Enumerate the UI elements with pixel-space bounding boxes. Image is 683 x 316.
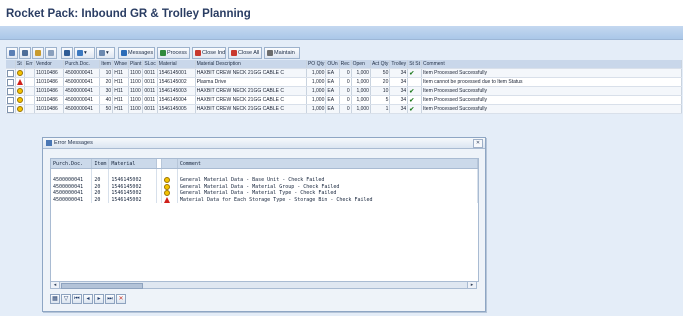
col-vendor[interactable]: Vendor bbox=[34, 60, 65, 69]
sum-icon bbox=[35, 49, 41, 56]
col-oun[interactable]: OUn bbox=[325, 60, 340, 69]
col-st-st[interactable]: St St bbox=[407, 60, 423, 69]
last-page-icon[interactable]: ⏭ bbox=[105, 294, 115, 304]
col-open[interactable]: Open bbox=[351, 60, 371, 69]
scroll-left-icon[interactable]: ◂ bbox=[51, 282, 60, 288]
col-error[interactable]: Err bbox=[24, 60, 35, 69]
filter-icon[interactable]: ▽ bbox=[61, 294, 71, 304]
error-row[interactable]: 4500000041 20 1546145002 Material Data f… bbox=[51, 196, 478, 203]
previous-page-icon[interactable]: ◂ bbox=[83, 294, 93, 304]
table-select-icon bbox=[9, 49, 15, 56]
col-whse[interactable]: Whse bbox=[112, 60, 129, 69]
select-all-button[interactable] bbox=[6, 47, 18, 59]
col-type[interactable] bbox=[161, 159, 178, 169]
table-row[interactable]: 11010486 4500000041 40 H11 1100 0011 154… bbox=[6, 95, 682, 105]
view-button[interactable]: ▾ bbox=[96, 47, 115, 59]
messages-button[interactable]: Messages bbox=[118, 47, 155, 59]
layout-icon bbox=[48, 49, 54, 56]
col-material[interactable]: Material bbox=[157, 60, 196, 69]
checkmark-icon: ✔ bbox=[409, 97, 415, 104]
col-purch-doc[interactable]: Purch.Doc. bbox=[51, 159, 93, 169]
col-item[interactable]: Item bbox=[99, 60, 114, 69]
col-po-qty[interactable]: PO Qty bbox=[306, 60, 327, 69]
close-all-button[interactable]: Close All bbox=[228, 47, 262, 59]
dialog-title: Error Messages bbox=[54, 140, 93, 146]
row-selector[interactable] bbox=[7, 105, 14, 113]
col-sloc[interactable]: SLoc bbox=[142, 60, 158, 69]
layout-button[interactable] bbox=[45, 47, 57, 59]
row-selector[interactable] bbox=[7, 96, 14, 104]
application-toolbar bbox=[0, 26, 683, 40]
grid-header: St Err Vendor Purch.Doc. Item Whse Plant… bbox=[6, 60, 682, 69]
export-button[interactable]: ▾ bbox=[74, 47, 95, 59]
row-selector[interactable] bbox=[7, 87, 14, 95]
col-rec[interactable]: Rec bbox=[339, 60, 352, 69]
page-title: Rocket Pack: Inbound GR & Trolley Planni… bbox=[6, 8, 251, 20]
close-ind-button[interactable]: Close Ind bbox=[192, 47, 226, 59]
checkmark-icon: ✔ bbox=[409, 106, 415, 113]
horizontal-scrollbar[interactable]: ◂ ▸ bbox=[50, 281, 477, 289]
col-trolley[interactable]: Trolley bbox=[389, 60, 409, 69]
messages-icon bbox=[121, 49, 127, 56]
warning-icon bbox=[164, 177, 170, 183]
table-row[interactable]: 11010486 4500000041 30 H11 1100 0011 154… bbox=[6, 86, 682, 96]
dialog-window-icon bbox=[46, 139, 52, 146]
items-grid: St Err Vendor Purch.Doc. Item Whse Plant… bbox=[6, 60, 682, 114]
process-button[interactable]: Process bbox=[157, 47, 190, 59]
alv-toolbar: ▾ ▾ Messages Process Close Ind Close All… bbox=[6, 47, 683, 60]
view-icon bbox=[99, 49, 105, 56]
filter-button[interactable] bbox=[19, 47, 31, 59]
error-icon bbox=[17, 78, 23, 85]
scroll-right-icon[interactable]: ▸ bbox=[467, 282, 476, 288]
first-page-icon[interactable]: ⏮ bbox=[72, 294, 82, 304]
col-comment[interactable]: Comment bbox=[177, 159, 478, 169]
scrollbar-thumb[interactable] bbox=[61, 283, 143, 289]
next-page-icon[interactable]: ▸ bbox=[94, 294, 104, 304]
col-material-desc[interactable]: Material Description bbox=[195, 60, 307, 69]
filter-icon bbox=[22, 49, 28, 56]
print-icon bbox=[64, 49, 70, 56]
close-icon[interactable]: ✕ bbox=[473, 139, 483, 148]
print-button[interactable] bbox=[61, 47, 73, 59]
table-row[interactable]: 11010486 4500000041 10 H11 1100 0011 154… bbox=[6, 68, 682, 78]
col-plant[interactable]: Plant bbox=[128, 60, 144, 69]
col-purch-doc[interactable]: Purch.Doc. bbox=[63, 60, 101, 69]
close-ind-icon bbox=[195, 49, 201, 56]
warning-icon bbox=[17, 87, 23, 94]
dialog-title-bar[interactable]: Error Messages ✕ bbox=[43, 138, 485, 149]
warning-icon bbox=[17, 69, 23, 76]
checkmark-icon: ✔ bbox=[409, 70, 415, 77]
table-row[interactable]: 11010486 4500000041 20 H11 1100 0011 154… bbox=[6, 77, 682, 87]
checkmark-icon: ✔ bbox=[409, 88, 415, 95]
warning-icon bbox=[164, 183, 170, 190]
close-all-icon bbox=[231, 49, 237, 56]
table-row[interactable]: 11010486 4500000041 50 H11 1100 0011 154… bbox=[6, 104, 682, 114]
error-messages-list: Purch.Doc. Item Material Comment 4500000… bbox=[50, 158, 479, 282]
warning-icon bbox=[164, 190, 170, 196]
error-list-header: Purch.Doc. Item Material Comment bbox=[51, 159, 478, 169]
process-icon bbox=[160, 49, 166, 56]
warning-icon bbox=[17, 96, 23, 103]
col-act-qty[interactable]: Act Qty bbox=[370, 60, 391, 69]
col-item[interactable]: Item bbox=[91, 159, 110, 169]
col-material[interactable]: Material bbox=[108, 159, 157, 169]
warning-icon bbox=[17, 105, 23, 112]
error-messages-dialog: Error Messages ✕ Purch.Doc. Item Materia… bbox=[42, 137, 486, 312]
row-selector[interactable] bbox=[7, 78, 14, 86]
sum-button[interactable] bbox=[32, 47, 44, 59]
maintain-icon bbox=[267, 49, 273, 56]
maintain-button[interactable]: Maintain bbox=[264, 47, 300, 59]
col-comment[interactable]: Comment bbox=[421, 60, 682, 69]
row-selector[interactable] bbox=[7, 69, 14, 77]
col-status[interactable]: St bbox=[15, 60, 25, 69]
error-icon bbox=[164, 196, 170, 203]
col-select[interactable] bbox=[6, 60, 16, 69]
export-icon bbox=[77, 49, 83, 56]
table-settings-icon[interactable]: ▦ bbox=[50, 294, 60, 304]
cancel-icon[interactable]: ✕ bbox=[116, 294, 126, 304]
